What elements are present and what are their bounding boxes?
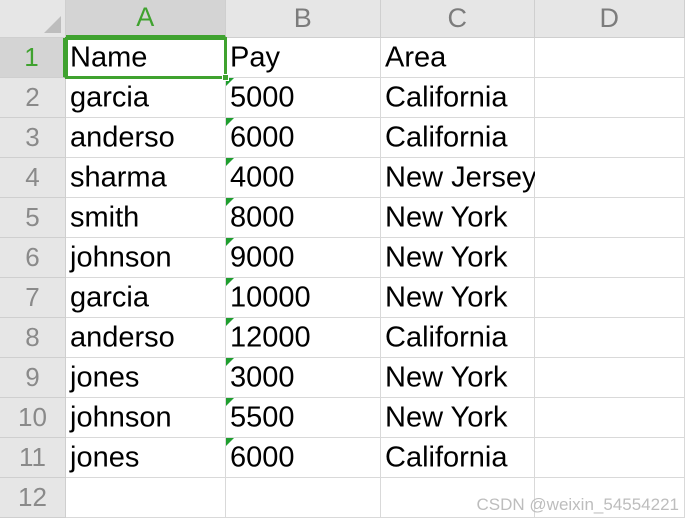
error-indicator-triangle-icon — [226, 118, 234, 126]
row-header-6[interactable]: 6 — [0, 238, 66, 278]
error-indicator-triangle-icon — [226, 278, 234, 286]
error-indicator-triangle-icon — [226, 358, 234, 366]
row-header-1[interactable]: 1 — [0, 38, 66, 78]
spreadsheet-grid[interactable]: Name Pay Area garcia 5000 California anderso 60… — [0, 0, 685, 521]
row-header-2[interactable]: 2 — [0, 78, 66, 118]
error-indicator-triangle-icon — [226, 198, 234, 206]
error-indicator-triangle-icon — [226, 398, 234, 406]
row-header-11[interactable]: 11 — [0, 438, 66, 478]
row-header-4[interactable]: 4 — [0, 158, 66, 198]
watermark-text: CSDN @weixin_54554221 — [476, 495, 679, 514]
error-indicator-triangle-icon — [226, 158, 234, 166]
error-indicator-triangle-icon — [226, 318, 234, 326]
row-header-8[interactable]: 8 — [0, 318, 66, 358]
error-indicator-triangle-icon — [226, 78, 234, 86]
row-header-9[interactable]: 9 — [0, 358, 66, 398]
row-header-12[interactable]: 12 — [0, 478, 66, 518]
row-headers: 1 2 3 4 5 6 7 8 9 10 11 12 — [0, 0, 685, 521]
error-indicator-triangle-icon — [226, 438, 234, 446]
error-indicator-triangle-icon — [226, 238, 234, 246]
row-header-10[interactable]: 10 — [0, 398, 66, 438]
row-header-7[interactable]: 7 — [0, 278, 66, 318]
row-header-3[interactable]: 3 — [0, 118, 66, 158]
row-header-5[interactable]: 5 — [0, 198, 66, 238]
